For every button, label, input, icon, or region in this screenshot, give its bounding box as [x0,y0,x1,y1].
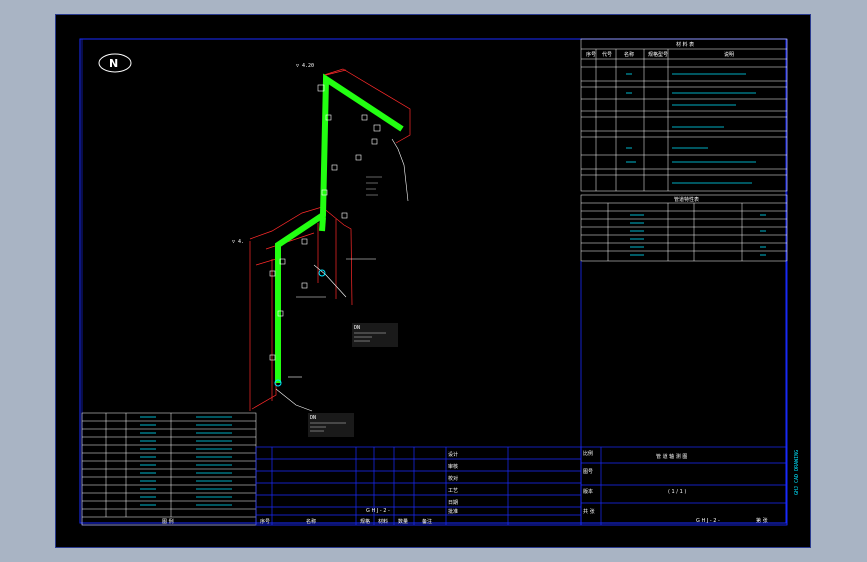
cad-drawing: N ▽ 4.20 ▽ 4. DN DN 材 料 表 序号 代号 名称 规格型号 … [79,38,800,526]
pipe-property-title: 管道特性表 [674,196,699,203]
svg-text:比例: 比例 [583,450,593,457]
north-compass: N [98,53,132,73]
legend-table [81,412,257,526]
pipe-property-table [580,194,788,262]
svg-text:日期: 日期 [448,500,458,506]
drawing-sheet: N ▽ 4.20 ▽ 4. DN DN 材 料 表 序号 代号 名称 规格型号 … [55,14,811,548]
outer-frame [79,38,787,524]
svg-text:设计: 设计 [448,451,458,458]
legend-title: 图 例 [162,518,174,525]
material-table-title: 材 料 表 [676,41,694,48]
svg-text:校对: 校对 [448,475,458,482]
note-text-upper [366,176,382,196]
svg-text:代号: 代号 [602,51,612,58]
material-table [580,38,788,192]
svg-text:名称: 名称 [306,518,316,525]
svg-text:材料: 材料 [378,518,388,525]
top-elevation: ▽ 4.20 [296,63,314,69]
svg-text:DN: DN [310,415,316,421]
svg-text:名称: 名称 [624,51,634,58]
bottom-id: G H J - 2 - [696,518,720,524]
svg-text:规格: 规格 [360,518,370,525]
svg-text:审核: 审核 [448,463,458,470]
drawing-number: ( 1 / 1 ) [668,489,686,495]
drawing-title: 管 道 轴 测 图 [656,453,687,460]
valves [274,269,326,387]
side-text: GHJ CAD DRAWING [794,450,800,495]
title-block [255,446,788,526]
svg-text:备注: 备注 [422,518,432,525]
mid-elevation: ▽ 4. [232,239,244,245]
svg-text:G H J - 2 -: G H J - 2 - [366,508,390,514]
svg-text:工艺: 工艺 [448,488,458,494]
fittings [269,84,409,412]
material-rows [626,73,756,184]
svg-text:说明: 说明 [724,51,734,58]
svg-text:序号: 序号 [586,51,596,58]
note-box-a: DN [352,323,398,347]
svg-text:图号: 图号 [583,469,593,475]
svg-text:序号: 序号 [260,518,270,525]
svg-text:第 张: 第 张 [756,517,768,524]
svg-text:共 张: 共 张 [583,508,595,515]
svg-text:数量: 数量 [398,518,408,525]
svg-text:规格型号: 规格型号 [648,51,668,58]
svg-text:批准: 批准 [448,508,458,515]
note-box-b: DN [308,413,354,437]
svg-text:版本: 版本 [583,488,593,495]
svg-text:DN: DN [354,325,360,331]
inner-frame [81,38,788,526]
compass-label: N [109,57,118,70]
